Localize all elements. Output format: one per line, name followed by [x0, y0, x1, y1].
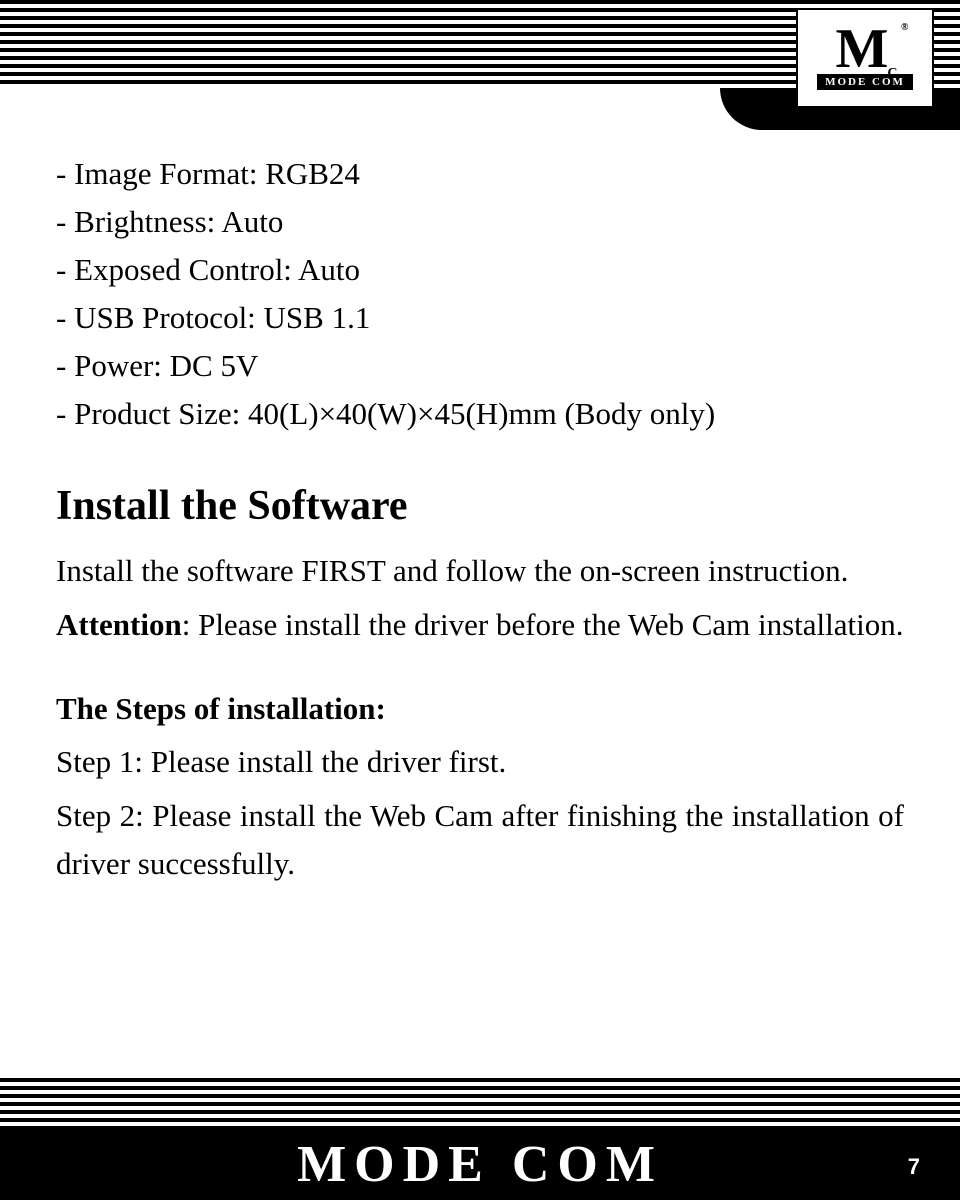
- install-intro: Install the software FIRST and follow th…: [56, 547, 904, 595]
- logo-letter-c: C: [887, 66, 895, 81]
- step-2: Step 2: Please install the Web Cam after…: [56, 792, 904, 888]
- footer-bar: MODE COM 7: [0, 1128, 960, 1200]
- spec-item: - Power: DC 5V: [56, 342, 904, 390]
- page-number: 7: [908, 1154, 920, 1180]
- steps-heading: The Steps of installation:: [56, 685, 904, 733]
- page-content: - Image Format: RGB24 - Brightness: Auto…: [56, 150, 904, 894]
- attention-label: Attention: [56, 607, 182, 642]
- registered-icon: ®: [901, 24, 906, 33]
- brand-logo-box: MC ® MODE COM: [796, 8, 934, 108]
- spec-item: - USB Protocol: USB 1.1: [56, 294, 904, 342]
- install-attention: Attention: Please install the driver bef…: [56, 601, 904, 649]
- bottom-stripe-band: [0, 1078, 960, 1128]
- logo-mark: MC ®: [836, 26, 895, 74]
- spec-item: - Product Size: 40(L)×40(W)×45(H)mm (Bod…: [56, 390, 904, 438]
- spec-item: - Exposed Control: Auto: [56, 246, 904, 294]
- spec-item: - Brightness: Auto: [56, 198, 904, 246]
- logo-letter-m: M: [836, 18, 887, 80]
- install-heading: Install the Software: [56, 474, 904, 539]
- attention-text: : Please install the driver before the W…: [182, 607, 904, 642]
- spec-item: - Image Format: RGB24: [56, 150, 904, 198]
- spec-list: - Image Format: RGB24 - Brightness: Auto…: [56, 150, 904, 438]
- footer-brand: MODE COM: [297, 1135, 663, 1194]
- step-1: Step 1: Please install the driver first.: [56, 738, 904, 786]
